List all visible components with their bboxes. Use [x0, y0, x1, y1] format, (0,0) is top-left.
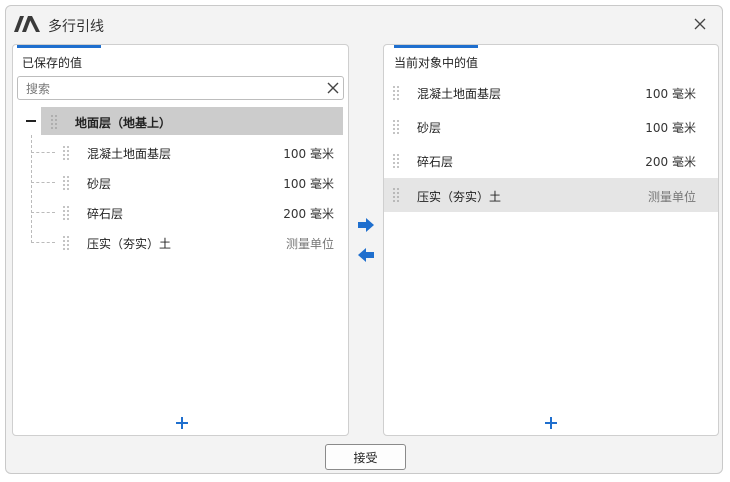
tree-group-row[interactable]: 地面层（地基上）: [41, 107, 343, 135]
item-value: 200 毫米: [283, 207, 334, 221]
collapse-icon[interactable]: [26, 120, 36, 122]
item-value: 100 毫米: [645, 121, 696, 135]
drag-handle-icon[interactable]: [63, 145, 69, 161]
item-value: 测量单位: [285, 237, 334, 251]
tree-group-label: 地面层（地基上）: [75, 116, 172, 130]
multileader-dialog: 多行引线 已保存的值 地面层（地基上）: [5, 5, 723, 474]
item-value: 200 毫米: [645, 155, 696, 169]
close-icon[interactable]: [692, 16, 708, 32]
item-label: 碎石层: [417, 155, 454, 169]
drag-handle-icon[interactable]: [63, 175, 69, 191]
item-value: 测量单位: [647, 190, 696, 204]
dialog-title: 多行引线: [48, 19, 104, 35]
item-label: 混凝土地面基层: [417, 87, 502, 101]
item-label: 压实（夯实）土: [87, 237, 172, 251]
tree-connector: [31, 182, 55, 183]
panel-tab-indicator: [17, 45, 101, 48]
plus-icon[interactable]: [174, 415, 190, 431]
tree-connector: [31, 212, 55, 213]
arrow-left-icon[interactable]: [357, 247, 375, 263]
list-item[interactable]: 混凝土地面基层 100 毫米: [57, 138, 343, 166]
clear-search-icon[interactable]: [326, 81, 340, 95]
drag-handle-icon[interactable]: [393, 119, 399, 135]
autodesk-logo-icon: [14, 16, 40, 32]
list-item-selected[interactable]: 压实（夯实）土 测量单位: [384, 178, 718, 212]
item-label: 混凝土地面基层: [87, 147, 172, 161]
search-input[interactable]: [24, 80, 318, 98]
drag-handle-icon[interactable]: [63, 205, 69, 221]
drag-handle-icon[interactable]: [63, 235, 69, 251]
list-item[interactable]: 砂层 100 毫米: [384, 112, 718, 140]
item-label: 砂层: [417, 121, 442, 135]
accept-button[interactable]: 接受: [325, 444, 406, 470]
drag-handle-icon[interactable]: [393, 187, 399, 203]
panel-title: 已保存的值: [22, 56, 83, 70]
panel-tab-indicator: [394, 45, 478, 48]
list-item[interactable]: 碎石层 200 毫米: [384, 146, 718, 174]
title-bar: 多行引线: [6, 6, 722, 42]
item-value: 100 毫米: [283, 177, 334, 191]
tree-connector: [31, 242, 55, 243]
drag-handle-icon[interactable]: [51, 114, 57, 130]
drag-handle-icon[interactable]: [393, 153, 399, 169]
list-item[interactable]: 砂层 100 毫米: [57, 168, 343, 196]
item-value: 100 毫米: [283, 147, 334, 161]
list-item[interactable]: 碎石层 200 毫米: [57, 198, 343, 226]
arrow-right-icon[interactable]: [357, 217, 375, 233]
saved-values-panel: 已保存的值 地面层（地基上） 混凝土地面基层: [12, 44, 349, 436]
tree-connector: [31, 152, 55, 153]
plus-icon[interactable]: [543, 415, 559, 431]
drag-handle-icon[interactable]: [393, 85, 399, 101]
search-box: [17, 76, 344, 100]
panel-title: 当前对象中的值: [394, 56, 479, 70]
item-value: 100 毫米: [645, 87, 696, 101]
item-label: 压实（夯实）土: [417, 190, 502, 204]
current-values-panel: 当前对象中的值 混凝土地面基层 100 毫米 砂层 100 毫米 碎石层 200…: [383, 44, 719, 436]
item-label: 碎石层: [87, 207, 124, 221]
item-label: 砂层: [87, 177, 112, 191]
list-item[interactable]: 压实（夯实）土 测量单位: [57, 228, 343, 256]
list-item[interactable]: 混凝土地面基层 100 毫米: [384, 78, 718, 106]
